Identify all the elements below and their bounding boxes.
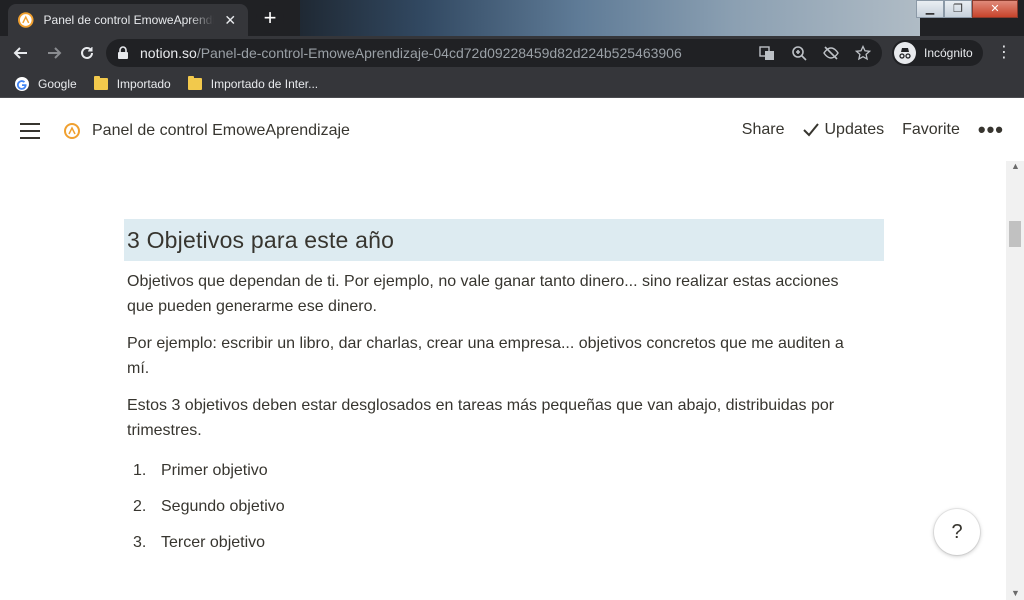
tracking-blocked-eye-icon[interactable] (822, 44, 840, 62)
numbered-list: 1. Primer objetivo 2. Segundo objetivo 3. T… (133, 453, 285, 561)
page-actions: Share Updates Favorite ••• (724, 119, 1004, 141)
updates-button[interactable]: Updates (802, 121, 885, 139)
paragraph-block[interactable]: Estos 3 objetivos deben estar desglosado… (127, 393, 867, 443)
bookmarks-bar: Google Importado Importado de Inter... (0, 70, 1024, 98)
folder-icon (93, 75, 108, 90)
google-icon (15, 76, 29, 91)
list-item[interactable]: 3. Tercer objetivo (133, 525, 285, 561)
zoom-icon[interactable] (790, 44, 808, 62)
page-icon (64, 123, 80, 139)
new-tab-button[interactable]: + (256, 5, 284, 33)
page-title[interactable]: Panel de control EmoweAprendizaje (92, 122, 350, 140)
list-text: Primer objetivo (161, 462, 268, 479)
bookmark-google[interactable]: Google (14, 76, 77, 92)
list-text: Segundo objetivo (161, 498, 285, 515)
reload-icon (81, 46, 93, 59)
incognito-icon (894, 42, 916, 64)
notion-topbar: Panel de control EmoweAprendizaje Share … (0, 103, 1024, 161)
browser-menu-icon[interactable]: ⋮ (996, 44, 1012, 62)
check-icon (802, 123, 819, 137)
paragraph-block[interactable]: Por ejemplo: escribir un libro, dar char… (127, 331, 867, 381)
incognito-label: Incógnito (924, 46, 973, 60)
list-text: Tercer objetivo (161, 534, 266, 551)
bookmark-importado-de-internet[interactable]: Importado de Inter... (187, 75, 319, 92)
list-number: 2. (133, 498, 147, 515)
sidebar-toggle-icon[interactable] (20, 123, 40, 139)
list-item[interactable]: 2. Segundo objetivo (133, 489, 285, 525)
bookmark-label: Importado de Inter... (210, 76, 319, 91)
section-heading: 3 Objetivos para este año (127, 227, 395, 253)
back-button[interactable] (9, 41, 33, 65)
bookmark-label: Google (38, 76, 77, 91)
window-close-button[interactable]: ✕ (972, 0, 1018, 18)
scroll-up-icon[interactable]: ▲ (1011, 161, 1020, 171)
list-item[interactable]: 1. Primer objetivo (133, 453, 285, 489)
reload-button[interactable] (75, 41, 99, 65)
minimize-button[interactable]: ▁ (916, 0, 944, 18)
address-bar[interactable]: notion.so/Panel-de-control-EmoweAprendiz… (106, 39, 882, 67)
section-heading-block[interactable]: 3 Objetivos para este año (124, 219, 884, 261)
help-button[interactable]: ? (934, 509, 980, 555)
updates-label: Updates (824, 121, 885, 138)
browser-titlebar: Panel de control EmoweAprendizaje ✕ + ▁ … (0, 0, 1024, 36)
page-scrollbar[interactable]: ▲ ▼ (1006, 161, 1024, 600)
maximize-button[interactable]: ❐ (944, 0, 972, 18)
url-text: notion.so/Panel-de-control-EmoweAprendiz… (140, 45, 682, 61)
notion-favicon-icon (18, 12, 34, 28)
scroll-down-icon[interactable]: ▼ (1011, 588, 1020, 598)
paragraph-block[interactable]: Objetivos que dependan de ti. Por ejempl… (127, 269, 867, 319)
list-number: 3. (133, 534, 147, 551)
list-number: 1. (133, 462, 147, 479)
share-button[interactable]: Share (742, 121, 785, 139)
scrollbar-thumb[interactable] (1009, 221, 1021, 247)
lock-icon (118, 46, 128, 59)
browser-toolbar: notion.so/Panel-de-control-EmoweAprendiz… (0, 36, 1024, 70)
tab-title: Panel de control EmoweAprendizaje (43, 13, 215, 27)
back-arrow-icon (13, 47, 27, 59)
desktop-background (300, 0, 920, 36)
bookmark-star-icon[interactable] (854, 44, 872, 62)
favorite-button[interactable]: Favorite (902, 121, 960, 139)
forward-button[interactable] (42, 41, 66, 65)
bookmark-label: Importado (116, 76, 171, 91)
bookmark-importado[interactable]: Importado (93, 75, 171, 92)
folder-icon (187, 75, 202, 90)
close-tab-icon[interactable]: ✕ (222, 12, 238, 29)
page-content: 3 Objetivos para este año Objetivos que … (0, 161, 1006, 600)
url-host: notion.so (140, 45, 197, 61)
browser-tab[interactable]: Panel de control EmoweAprendizaje ✕ (8, 4, 248, 36)
translate-icon[interactable] (758, 44, 776, 62)
forward-arrow-icon (48, 47, 62, 59)
window-controls: ▁ ❐ ✕ (916, 0, 1018, 18)
url-path: /Panel-de-control-EmoweAprendizaje-04cd7… (196, 45, 682, 61)
more-options-icon[interactable]: ••• (978, 119, 1004, 141)
incognito-badge[interactable]: Incógnito (892, 40, 983, 66)
